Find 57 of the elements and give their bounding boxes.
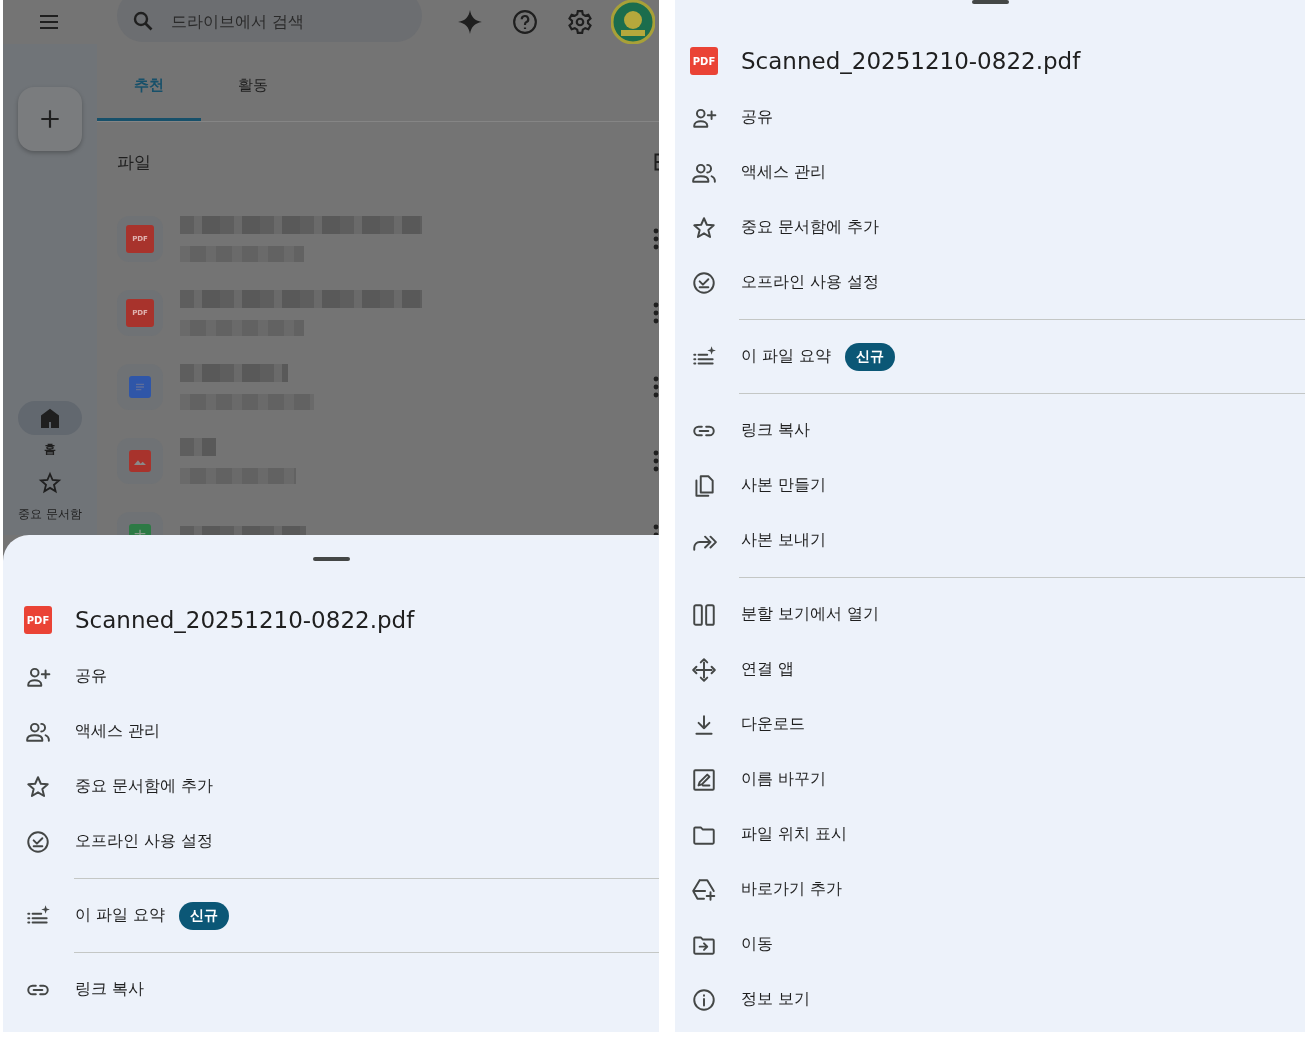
settings-icon[interactable] <box>567 9 593 35</box>
sparkle-icon[interactable] <box>457 9 483 35</box>
menu-item[interactable]: 파일 위치 표시 <box>675 807 1305 862</box>
menu-item[interactable]: 정보 보기 <box>675 972 1305 1027</box>
more-icon[interactable] <box>653 228 659 250</box>
menu-item[interactable]: 링크 복사 <box>3 962 659 1017</box>
file-title: Scanned_20251210-0822.pdf <box>75 607 415 633</box>
menu-item[interactable]: 이 파일 요약 신규 <box>675 329 1305 384</box>
help-icon[interactable] <box>512 9 538 35</box>
check-circle-icon <box>25 828 51 855</box>
nav-label: 홈 <box>44 441 56 458</box>
pdf-file-icon: PDF <box>24 606 52 634</box>
menu-item[interactable]: 액세스 관리 <box>3 704 659 759</box>
menu-item[interactable]: 링크 복사 <box>675 403 1305 458</box>
menu-item[interactable]: 분할 보기에서 열기 <box>675 587 1305 642</box>
home-icon <box>38 406 62 430</box>
menu-item[interactable]: 바로가기 추가 <box>675 862 1305 917</box>
star-icon <box>25 773 51 800</box>
menu-item[interactable]: 사본 만들기 <box>675 458 1305 513</box>
split-view-icon <box>691 601 717 628</box>
menu-item[interactable]: 연결 앱 <box>675 642 1305 697</box>
new-badge: 신규 <box>179 901 230 930</box>
star-icon <box>38 471 62 495</box>
section-title: 파일 <box>117 150 151 174</box>
more-icon[interactable] <box>653 302 659 324</box>
star-icon <box>691 214 717 241</box>
file-title: Scanned_20251210-0822.pdf <box>741 48 1081 74</box>
new-badge: 신규 <box>845 342 896 371</box>
menu-item[interactable]: 이 파일 요약 신규 <box>3 888 659 943</box>
drive-plus-icon <box>691 876 717 903</box>
nav-label: 중요 문서함 <box>18 506 82 523</box>
tab[interactable]: 활동 <box>201 61 305 121</box>
menu-item[interactable]: 공유 <box>3 649 659 704</box>
drag-handle[interactable] <box>971 0 1009 4</box>
drag-handle[interactable] <box>312 557 350 561</box>
info-icon <box>691 986 717 1013</box>
search-field[interactable]: 드라이브에서 검색 <box>117 0 422 42</box>
avatar[interactable] <box>611 0 655 44</box>
menu-item[interactable]: 오프라인 사용 설정 <box>675 255 1305 310</box>
menu-item[interactable]: 액세스 관리 <box>675 145 1305 200</box>
menu-item[interactable]: 다운로드 <box>675 697 1305 752</box>
menu-item[interactable]: 이동 <box>675 917 1305 972</box>
more-icon[interactable] <box>653 376 659 398</box>
arrows-icon <box>691 656 717 683</box>
menu-item[interactable]: 이름 바꾸기 <box>675 752 1305 807</box>
edit-icon <box>691 766 717 793</box>
menu-item[interactable]: 오프라인 사용 설정 <box>3 814 659 869</box>
menu-item[interactable]: 중요 문서함에 추가 <box>675 200 1305 255</box>
document-icon <box>129 376 151 398</box>
more-icon[interactable] <box>653 450 659 472</box>
menu-item[interactable]: 사본 보내기 <box>675 513 1305 568</box>
nav-item[interactable]: 중요 문서함 <box>18 466 82 523</box>
pdf-file-icon: PDF <box>690 47 718 75</box>
image-file-icon <box>129 450 151 472</box>
menu-item[interactable]: 중요 문서함에 추가 <box>3 759 659 814</box>
check-circle-icon <box>691 269 717 296</box>
menu-item[interactable]: 공유 <box>675 90 1305 145</box>
